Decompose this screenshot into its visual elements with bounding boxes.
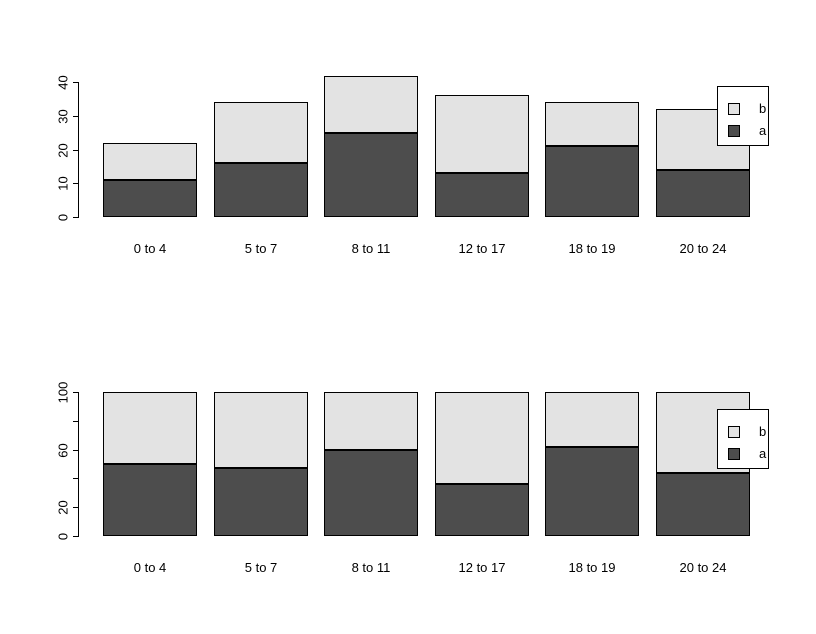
y-axis-line <box>78 392 79 537</box>
bar-stack <box>435 95 529 217</box>
bar-segment-a <box>103 180 197 217</box>
bar-stack <box>545 102 639 217</box>
y-axis-tick-label: 0 <box>55 532 71 541</box>
bar-segment-a <box>656 473 750 536</box>
y-axis-tick-label: 0 <box>55 213 71 222</box>
bar-segment-a <box>545 447 639 536</box>
bar-segment-b <box>324 392 418 450</box>
y-axis-tick <box>73 183 78 184</box>
legend-label: b <box>759 424 767 439</box>
bar-segment-b <box>214 392 308 468</box>
legend-swatch-b <box>728 103 740 115</box>
y-axis-tick <box>73 478 78 479</box>
x-axis-category-label: 8 to 11 <box>351 560 391 575</box>
bar-stack <box>214 392 308 536</box>
bar-segment-b <box>435 95 529 173</box>
y-axis-tick-label: 10 <box>55 176 71 191</box>
x-axis-category-label: 0 to 4 <box>133 241 167 256</box>
bar-segment-a <box>214 163 308 217</box>
x-axis-category-label: 18 to 19 <box>568 241 616 256</box>
bar-segment-b <box>545 392 639 447</box>
y-axis-tick-label: 100 <box>55 381 71 404</box>
legend-swatch-a <box>728 448 740 460</box>
legend-entry: a <box>728 123 767 139</box>
legend-entry: b <box>728 101 767 117</box>
y-axis-tick-label: 60 <box>55 443 71 458</box>
legend-swatch-a <box>728 125 740 137</box>
x-axis-category-label: 8 to 11 <box>351 241 391 256</box>
bar-segment-a <box>214 468 308 536</box>
y-axis-tick-label: 20 <box>55 500 71 515</box>
bar-segment-a <box>103 464 197 536</box>
bar-segment-a <box>656 170 750 217</box>
y-axis-tick-label: 30 <box>55 109 71 124</box>
bar-segment-b <box>103 392 197 464</box>
legend-label: b <box>759 101 767 116</box>
y-axis-tick <box>73 116 78 117</box>
y-axis-tick <box>73 507 78 508</box>
y-axis-tick <box>73 82 78 83</box>
x-axis-category-label: 12 to 17 <box>458 560 506 575</box>
x-axis-category-label: 12 to 17 <box>458 241 506 256</box>
bar-stack <box>103 392 197 536</box>
bar-stack <box>545 392 639 536</box>
y-axis-tick <box>73 536 78 537</box>
y-axis-tick <box>73 392 78 393</box>
bar-stack <box>324 392 418 536</box>
bar-stack <box>214 102 308 217</box>
x-axis-category-label: 20 to 24 <box>679 560 727 575</box>
stacked-bar-chart-counts: 0 10 20 30 40 0 to 4 5 to 7 8 to 11 12 to 17 18 t… <box>0 0 816 317</box>
x-axis-category-label: 5 to 7 <box>244 241 278 256</box>
bar-segment-b <box>435 392 529 484</box>
stacked-bar-chart-percent: 0 20 60 100 0 to 4 5 to 7 8 to 11 12 to 17 18 to… <box>0 317 816 634</box>
legend-entry: a <box>728 446 767 462</box>
chart-legend: ba <box>717 409 769 469</box>
bar-stack <box>324 76 418 217</box>
y-axis-tick <box>73 450 78 451</box>
bar-stack <box>103 143 197 217</box>
bar-segment-b <box>324 76 418 133</box>
y-axis-tick-label: 20 <box>55 143 71 158</box>
bar-segment-a <box>324 133 418 217</box>
bar-segment-b <box>214 102 308 163</box>
bar-segment-b <box>103 143 197 180</box>
x-axis-category-label: 5 to 7 <box>244 560 278 575</box>
bar-stack <box>435 392 529 536</box>
bar-segment-a <box>435 173 529 217</box>
y-axis-tick <box>73 421 78 422</box>
bar-segment-a <box>435 484 529 536</box>
legend-entry: b <box>728 424 767 440</box>
y-axis-tick-label: 40 <box>55 75 71 90</box>
legend-label: a <box>759 123 767 138</box>
bar-segment-a <box>545 146 639 217</box>
y-axis-tick <box>73 217 78 218</box>
bar-segment-a <box>324 450 418 536</box>
x-axis-category-label: 0 to 4 <box>133 560 167 575</box>
legend-swatch-b <box>728 426 740 438</box>
x-axis-category-label: 18 to 19 <box>568 560 616 575</box>
y-axis-tick <box>73 150 78 151</box>
bar-segment-b <box>545 102 639 146</box>
y-axis-line <box>78 82 79 218</box>
legend-label: a <box>759 446 767 461</box>
x-axis-category-label: 20 to 24 <box>679 241 727 256</box>
chart-legend: ba <box>717 86 769 146</box>
